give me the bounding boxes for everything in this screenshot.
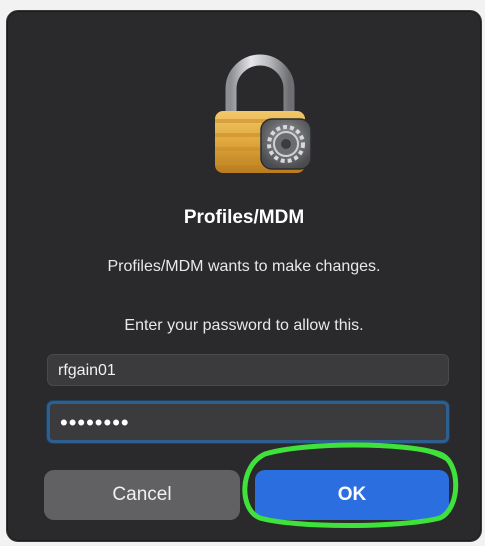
lock-gear-icon <box>205 53 315 183</box>
ok-button[interactable]: OK <box>255 470 449 520</box>
authorization-dialog: Profiles/MDM Profiles/MDM wants to make … <box>6 10 482 542</box>
cancel-button[interactable]: Cancel <box>44 470 240 520</box>
username-field[interactable]: rfgain01 <box>47 354 449 386</box>
dialog-instruction: Enter your password to allow this. <box>124 317 364 334</box>
password-field[interactable]: •••••••• <box>47 401 449 443</box>
dialog-title: Profiles/MDM <box>183 207 305 228</box>
dialog-message: Profiles/MDM wants to make changes. <box>107 258 381 275</box>
